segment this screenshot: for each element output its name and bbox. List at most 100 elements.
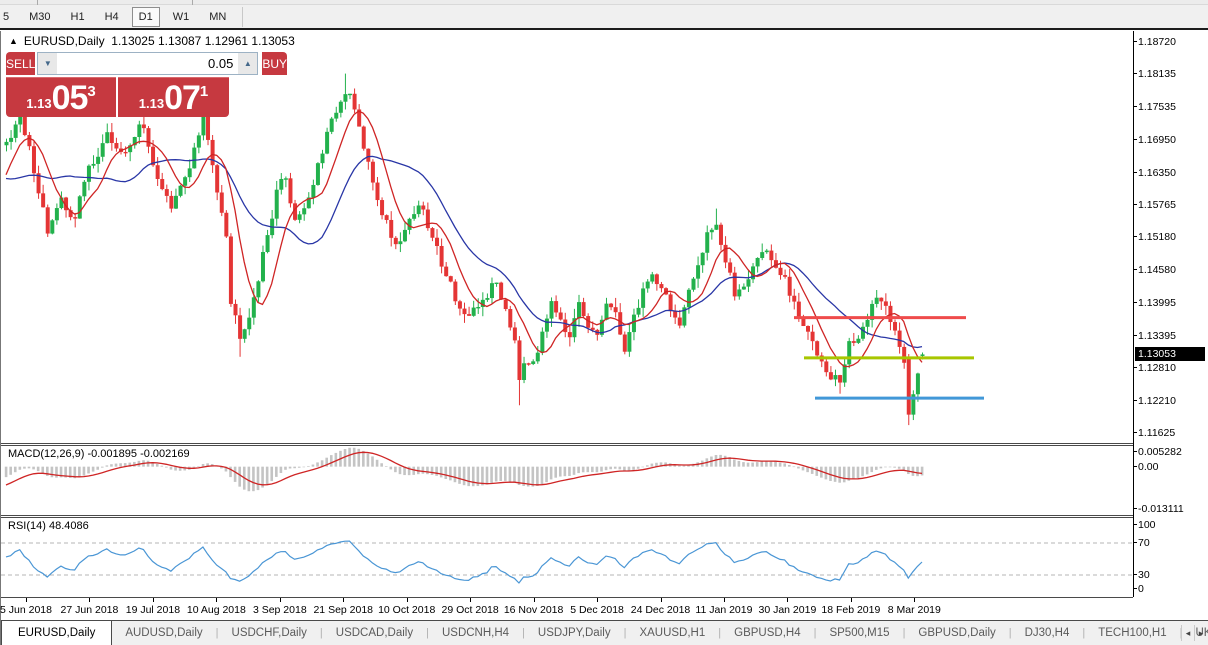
buy-price-tile[interactable]: 1.13 07 1 [118,77,229,117]
date-tick [661,598,662,602]
rsi-axis-label: 100 [1138,519,1156,531]
timeframe-buttons: 5 M30 H1 H4 D1 W1MN [0,5,243,28]
timeframe-button-h1[interactable]: H1 [64,7,92,27]
axis-tick [1133,524,1137,525]
date-axis-label: 5 Dec 2018 [570,604,624,616]
date-axis-label: 10 Aug 2018 [187,604,246,616]
volume-stepper: ▼ ▲ [37,52,258,75]
axis-tick [1133,574,1137,575]
axis-tick [1133,41,1137,42]
date-tick [787,598,788,602]
date-axis-label: 24 Dec 2018 [631,604,691,616]
date-axis-label: 11 Jan 2019 [695,604,752,616]
one-click-trade-panel: SELL ▼ ▲ BUY 1.13 05 3 1.13 07 1 [6,52,229,117]
date-tick [407,598,408,602]
symbol-tab-usdchf-daily[interactable]: USDCHF,Daily [219,621,320,645]
date-axis-label: 10 Oct 2018 [378,604,435,616]
price-axis-label: 1.18720 [1138,36,1176,48]
timeframe-button-d1[interactable]: D1 [132,7,160,27]
axis-tick [1133,367,1137,368]
volume-increase-icon[interactable]: ▲ [238,53,257,74]
date-tick [851,598,852,602]
date-tick [89,598,90,602]
symbol-tab-sp500-m15[interactable]: SP500,M15 [816,621,902,645]
sell-button[interactable]: SELL [6,52,35,75]
price-axis-label: 1.17535 [1138,101,1176,113]
rsi-canvas[interactable] [1,517,1133,597]
symbol-tab-tech100-h1[interactable]: TECH100,H1 [1085,621,1179,645]
symbol-tab-bar: EURUSD,DailyAUDUSD,Daily|USDCHF,Daily|US… [1,620,1208,645]
buy-price-big: 07 [164,81,200,115]
axis-tick [1133,451,1137,452]
axis-tick [1133,588,1137,589]
date-axis-label: 30 Jan 2019 [758,604,816,616]
date-axis-label: 16 Nov 2018 [504,604,564,616]
axis-tick [1133,508,1137,509]
axis-tick [1133,302,1137,303]
sell-price-pip: 3 [87,83,95,100]
timeframe-button-h4[interactable]: H4 [98,7,126,27]
symbol-tab-gbpusd-h4[interactable]: GBPUSD,H4 [721,621,813,645]
date-tick [724,598,725,602]
timeframe-button-w1[interactable]: W1 [166,7,197,27]
price-axis-label: 1.15765 [1138,199,1176,211]
moving-average-line [6,111,922,366]
date-axis-label: 5 Jun 2018 [0,604,52,616]
date-axis[interactable]: 5 Jun 201827 Jun 201819 Jul 201810 Aug 2… [1,597,1133,620]
sell-price-big: 05 [52,81,88,115]
axis-tick [1133,236,1137,237]
buy-button[interactable]: BUY [262,52,287,75]
scroll-left-icon[interactable]: ◂ [1181,625,1194,641]
rsi-line [6,541,922,583]
sell-price-tile[interactable]: 1.13 05 3 [6,77,116,117]
symbol-tab-eurusd-daily[interactable]: EURUSD,Daily [1,620,112,645]
date-axis-label: 29 Oct 2018 [442,604,499,616]
price-axis-label: 1.15180 [1138,231,1176,243]
axis-tick [1133,73,1137,74]
price-axis-label: 1.16350 [1138,167,1176,179]
rsi-axis-label: 70 [1138,537,1150,549]
symbol-tab-audusd-daily[interactable]: AUDUSD,Daily [112,621,215,645]
rsi-axis-label: 0 [1138,583,1144,595]
price-axis-label: 1.14580 [1138,264,1176,276]
axis-tick [1133,400,1137,401]
timeframe-button-5[interactable]: 5 [0,7,16,27]
price-axis-label: 1.13395 [1138,330,1176,342]
symbol-tab-usdcnh-h4[interactable]: USDCNH,H4 [429,621,522,645]
volume-decrease-icon[interactable]: ▼ [38,53,57,74]
date-tick [343,598,344,602]
date-tick [534,598,535,602]
axis-tick [1133,139,1137,140]
price-axis-label: 1.16950 [1138,134,1176,146]
sell-price-prefix: 1.13 [26,96,51,111]
date-tick [597,598,598,602]
price-axis-label: 1.12210 [1138,395,1176,407]
date-tick [914,598,915,602]
rsi-axis-label: 30 [1138,569,1150,581]
chart-window: ▲ EURUSD,Daily 1.13025 1.13087 1.12961 1… [0,31,1208,645]
axis-tick [1133,204,1137,205]
date-tick [153,598,154,602]
symbol-tab-gbpusd-daily[interactable]: GBPUSD,Daily [905,621,1008,645]
symbol-tab-usdcad-daily[interactable]: USDCAD,Daily [323,621,426,645]
scroll-right-icon[interactable]: ▸ [1194,625,1207,641]
symbol-tab-usdjpy-daily[interactable]: USDJPY,Daily [525,621,624,645]
axis-tick [1133,432,1137,433]
date-tick [280,598,281,602]
macd-axis-label: -0.013111 [1138,503,1184,515]
price-axis-label: 1.11625 [1138,427,1175,439]
buy-price-prefix: 1.13 [139,96,164,111]
price-axis-label: 1.18135 [1138,68,1176,80]
symbol-tab-dj30-h4[interactable]: DJ30,H4 [1012,621,1083,645]
timeframe-button-m30[interactable]: M30 [22,7,57,27]
timeframe-button-mn[interactable]: MN [202,7,233,27]
date-tick [26,598,27,602]
volume-input[interactable] [57,53,238,74]
axis-tick [1133,542,1137,543]
axis-tick [1133,106,1137,107]
date-axis-label: 27 Jun 2018 [61,604,119,616]
symbol-tab-xauusd-h1[interactable]: XAUUSD,H1 [626,621,718,645]
axis-tick [1133,335,1137,336]
axis-tick [1133,269,1137,270]
macd-label: MACD(12,26,9) -0.001895 -0.002169 [8,448,190,460]
